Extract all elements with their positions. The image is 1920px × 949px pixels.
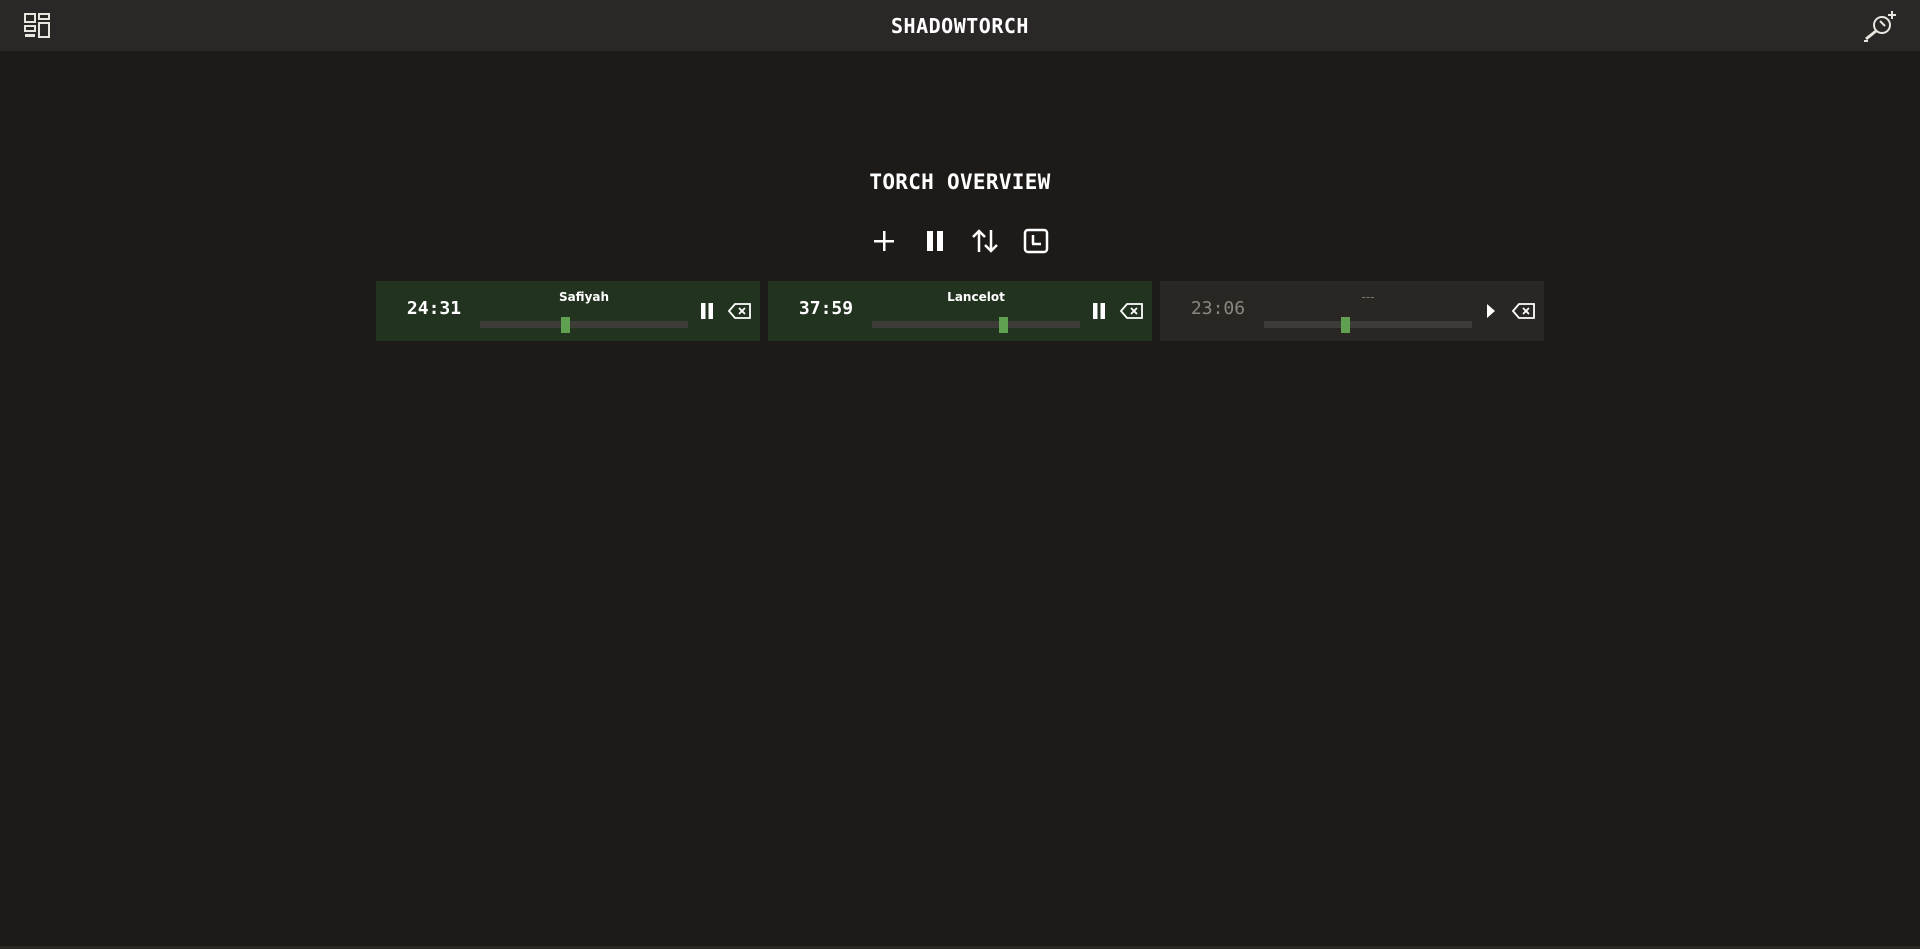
torch-delete-button[interactable] — [1119, 302, 1144, 320]
torch-card: 24:31 Safiyah — [376, 281, 760, 341]
torch-card: 37:59 Lancelot — [768, 281, 1152, 341]
slider-handle[interactable] — [1341, 317, 1351, 333]
torch-time: 23:06 — [1190, 298, 1246, 319]
timer-button[interactable] — [1022, 227, 1050, 255]
pause-all-button[interactable] — [921, 227, 949, 255]
light-torch-add-icon[interactable] — [1862, 9, 1898, 43]
page-title: TORCH OVERVIEW — [869, 170, 1051, 194]
torch-time: 24:31 — [406, 298, 462, 319]
torch-list: 24:31 Safiyah 37:59 Lancelot 23:06 --- — [376, 281, 1544, 341]
torch-delete-button[interactable] — [727, 302, 752, 320]
torch-time: 37:59 — [798, 298, 854, 319]
clock-icon — [1023, 228, 1049, 254]
torch-delete-button[interactable] — [1511, 302, 1536, 320]
sort-arrows-icon — [972, 229, 999, 253]
torch-name[interactable]: Safiyah — [480, 290, 688, 304]
torch-toggle-button[interactable] — [1090, 301, 1108, 321]
torch-slider[interactable] — [872, 317, 1080, 333]
pause-icon — [926, 231, 943, 251]
torch-slider[interactable] — [1264, 317, 1472, 333]
torch-card: 23:06 --- — [1160, 281, 1544, 341]
add-torch-button[interactable] — [870, 227, 898, 255]
pause-icon — [701, 303, 713, 319]
plus-icon — [874, 231, 894, 251]
backspace-delete-icon — [1511, 303, 1535, 319]
torch-toggle-button[interactable] — [1482, 301, 1500, 321]
torch-name[interactable]: --- — [1264, 290, 1472, 304]
slider-handle[interactable] — [999, 317, 1009, 333]
sort-button[interactable] — [971, 227, 999, 255]
torch-slider[interactable] — [480, 317, 688, 333]
top-bar: SHADOWTORCH — [0, 0, 1920, 51]
app-title: SHADOWTORCH — [891, 13, 1029, 38]
backspace-delete-icon — [727, 303, 751, 319]
slider-handle[interactable] — [561, 317, 571, 333]
overview-toolbar — [870, 225, 1050, 257]
play-icon — [1487, 304, 1495, 318]
dashboard-grid-icon[interactable] — [24, 13, 50, 39]
torch-toggle-button[interactable] — [698, 301, 716, 321]
pause-icon — [1093, 303, 1105, 319]
torch-name[interactable]: Lancelot — [872, 290, 1080, 304]
backspace-delete-icon — [1119, 303, 1143, 319]
